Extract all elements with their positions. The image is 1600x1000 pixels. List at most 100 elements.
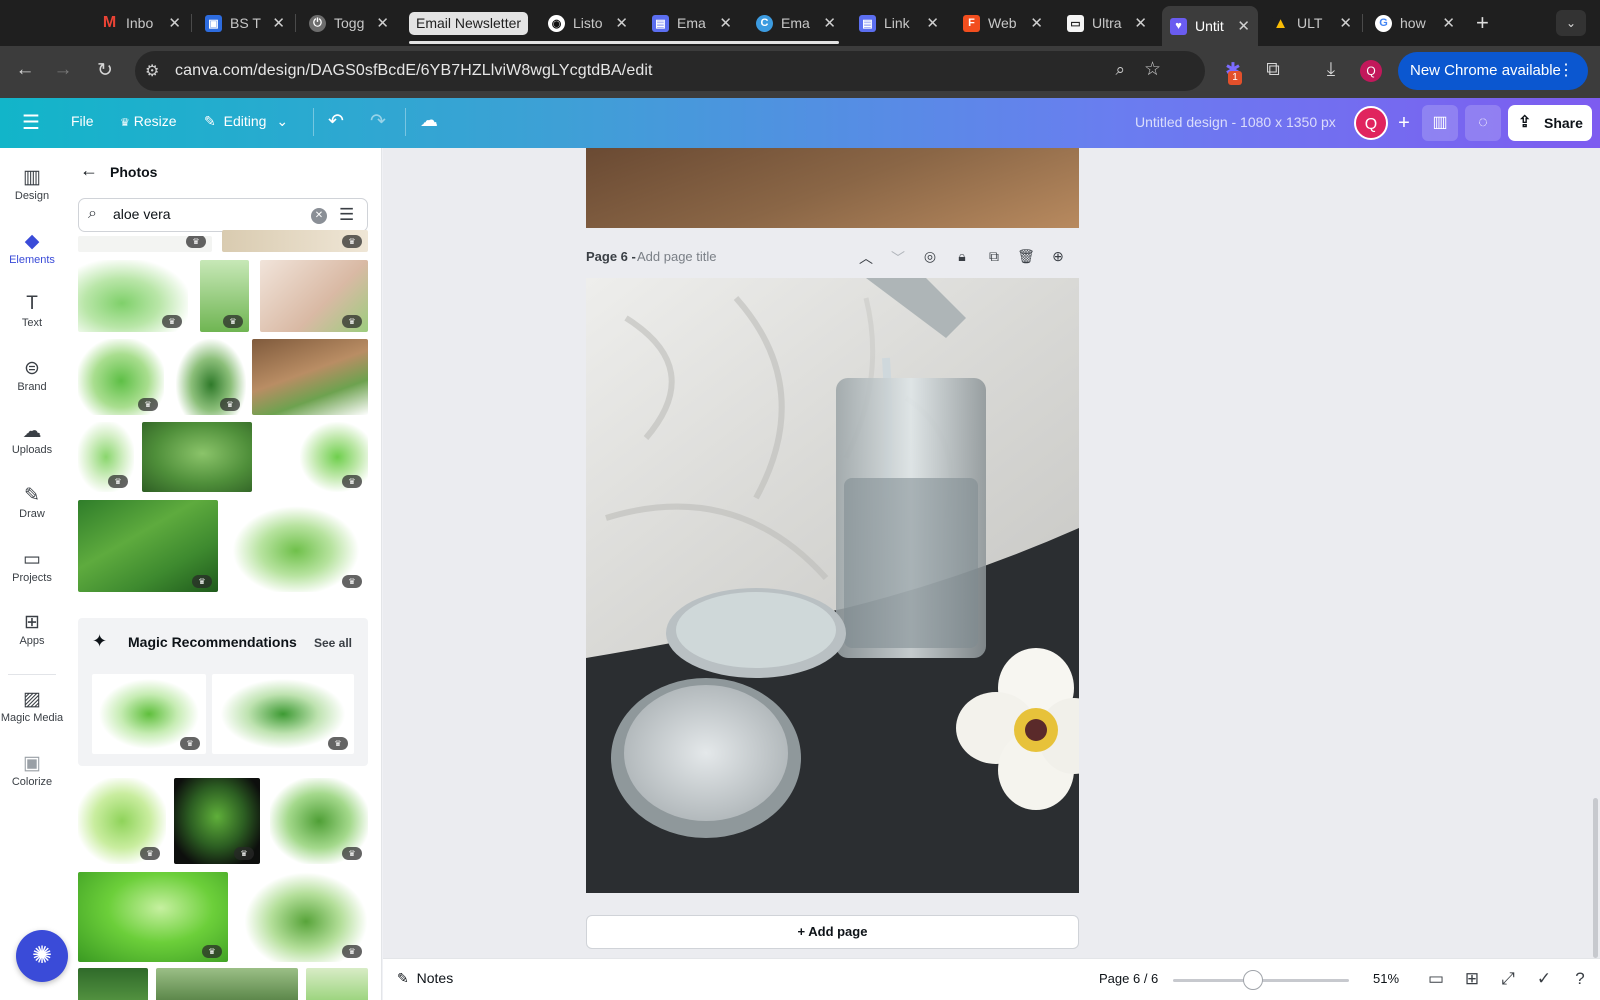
profile-avatar[interactable]: Q — [1360, 60, 1382, 82]
tab-untitled-active[interactable]: ♥ Untit ✕ — [1162, 6, 1258, 46]
duplicate-icon[interactable]: ⧉ — [984, 248, 1004, 265]
chrome-update-button[interactable]: New Chrome available ⋮ — [1398, 52, 1588, 90]
tab-inbox[interactable]: M Inbo ✕ — [101, 8, 181, 38]
grid-view-icon[interactable]: ⊞ — [1461, 969, 1483, 989]
photo-thumbnail[interactable]: ♛ — [200, 260, 249, 332]
close-icon[interactable]: ✕ — [376, 14, 389, 32]
tab-toggl[interactable]: ⏻ Togg ✕ — [309, 8, 389, 38]
photo-thumbnail[interactable]: ♛ — [176, 339, 246, 415]
tab-ultra[interactable]: ▭ Ultra ✕ — [1067, 8, 1147, 38]
redo-icon[interactable]: ↷ — [370, 110, 386, 133]
photo-thumbnail[interactable]: ♛ — [260, 260, 368, 332]
rail-item-projects[interactable]: ▭ Projects — [0, 548, 64, 584]
new-tab-button[interactable]: + — [1476, 10, 1489, 36]
tab-how[interactable]: G how ✕ — [1375, 8, 1455, 38]
previous-page-preview[interactable] — [586, 148, 1079, 228]
share-button[interactable]: ⇪ Share — [1508, 105, 1592, 141]
address-bar[interactable]: ⚙ canva.com/design/DAGS0sfBcdE/6YB7HZLlv… — [135, 51, 1205, 91]
cloud-save-icon[interactable]: ☁ — [420, 110, 438, 131]
photo-thumbnail[interactable]: ♛ — [222, 230, 368, 252]
magic-assistant-icon[interactable]: ✺ — [16, 930, 68, 982]
add-page-button[interactable]: + Add page — [586, 915, 1079, 949]
rail-item-magic-media[interactable]: ▨ Magic Media — [0, 688, 64, 724]
comments-icon[interactable]: ◌ — [1465, 105, 1501, 141]
undo-icon[interactable]: ↶ — [328, 110, 344, 133]
site-info-icon[interactable]: ⚙ — [145, 61, 159, 81]
photo-thumbnail[interactable]: ♛ — [78, 872, 228, 962]
clear-search-icon[interactable]: ✕ — [311, 208, 327, 224]
notes-button[interactable]: ✎ Notes — [397, 970, 453, 987]
filter-sliders-icon[interactable]: ☰ — [339, 205, 354, 225]
rail-item-brand[interactable]: ⊜ Brand — [0, 357, 64, 393]
tab-email-1[interactable]: ▤ Ema ✕ — [652, 8, 732, 38]
tab-search-button[interactable]: ⌄ — [1556, 10, 1586, 36]
tab-web[interactable]: F Web ✕ — [963, 8, 1043, 38]
close-icon[interactable]: ✕ — [168, 14, 181, 32]
photo-thumbnail[interactable]: ♛ — [78, 778, 166, 864]
page-title-input[interactable]: Add page title — [637, 249, 717, 264]
download-icon[interactable]: ⤓ — [1318, 59, 1344, 81]
photo-thumbnail[interactable]: ♛ — [300, 422, 368, 492]
tab-link[interactable]: ▤ Link ✕ — [859, 8, 939, 38]
tab-ult[interactable]: ▲ ULT ✕ — [1272, 8, 1352, 38]
see-all-link[interactable]: See all — [314, 636, 352, 650]
photo-thumbnail[interactable]: ♛ — [78, 339, 164, 415]
photo-thumbnail[interactable] — [252, 339, 368, 415]
tab-listo[interactable]: ◉ Listo ✕ — [548, 8, 628, 38]
design-title[interactable]: Untitled design - 1080 x 1350 px — [1135, 114, 1336, 130]
search-input[interactable] — [113, 206, 303, 222]
lock-icon[interactable]: 🔒︎ — [952, 248, 972, 265]
photo-thumbnail[interactable]: ♛ — [244, 872, 368, 962]
page-view-icon[interactable]: ▭ — [1425, 969, 1447, 989]
close-icon[interactable]: ✕ — [1339, 14, 1352, 32]
collaborator-avatar[interactable]: Q — [1354, 106, 1388, 140]
rail-item-apps[interactable]: ⊞ Apps — [0, 611, 64, 647]
close-icon[interactable]: ✕ — [926, 14, 939, 32]
canvas-scrollbar[interactable] — [1593, 798, 1598, 958]
photo-thumbnail[interactable]: ♛ — [224, 500, 368, 592]
insights-chart-icon[interactable]: ▥ — [1422, 105, 1458, 141]
url-text[interactable]: canva.com/design/DAGS0sfBcdE/6YB7HZLlviW… — [175, 62, 653, 80]
file-menu[interactable]: File — [71, 113, 94, 129]
rail-item-design[interactable]: ▥ Design — [0, 166, 64, 202]
photo-thumbnail[interactable]: ♛ — [78, 422, 134, 492]
add-collaborator-icon[interactable]: + — [1390, 109, 1418, 137]
rail-item-uploads[interactable]: ☁ Uploads — [0, 420, 64, 456]
photo-thumbnail[interactable] — [142, 422, 252, 492]
back-icon[interactable]: ← — [12, 59, 38, 81]
editing-mode-dropdown[interactable]: ✎ Editing ⌄ — [204, 113, 288, 130]
hide-page-icon[interactable]: ◎ — [920, 248, 940, 265]
add-page-icon[interactable]: ⊕ — [1048, 248, 1068, 265]
tab-bs[interactable]: ▣ BS T ✕ — [205, 8, 285, 38]
extensions-puzzle-icon[interactable]: ⧉ — [1260, 59, 1286, 81]
close-icon[interactable]: ✕ — [719, 14, 732, 32]
chevron-down-icon[interactable]: ﹀ — [888, 248, 908, 268]
zoom-slider-thumb[interactable] — [1243, 970, 1263, 990]
delete-icon[interactable]: 🗑︎ — [1016, 248, 1036, 265]
rail-item-colorize[interactable]: ▣ Colorize — [0, 752, 64, 788]
photo-thumbnail[interactable]: ♛ — [78, 236, 212, 252]
more-menu-icon[interactable]: ⋮ — [1558, 52, 1574, 90]
photo-thumbnail[interactable]: ♛ — [78, 260, 188, 332]
photo-thumbnail[interactable] — [306, 968, 368, 1000]
tab-email-2[interactable]: C Ema ✕ — [756, 8, 836, 38]
photo-thumbnail[interactable] — [156, 968, 298, 1000]
page-6-canvas[interactable] — [586, 278, 1079, 893]
zoom-icon[interactable]: ⌕ — [1115, 60, 1125, 80]
back-arrow-icon[interactable]: ← — [80, 160, 98, 181]
close-icon[interactable]: ✕ — [272, 14, 285, 32]
fullscreen-icon[interactable]: ⤢ — [1497, 969, 1519, 989]
close-icon[interactable]: ✕ — [615, 14, 628, 32]
rail-item-elements[interactable]: ◆ Elements — [0, 230, 64, 266]
close-icon[interactable]: ✕ — [1134, 14, 1147, 32]
resize-button[interactable]: ♛ Resize — [120, 113, 177, 129]
reload-icon[interactable]: ↻ — [92, 59, 118, 82]
photo-thumbnail[interactable]: ♛ — [270, 778, 368, 864]
photo-thumbnail[interactable]: ♛ — [92, 674, 206, 754]
rail-item-text[interactable]: T Text — [0, 293, 64, 329]
photo-thumbnail[interactable]: ♛ — [212, 674, 354, 754]
close-icon[interactable]: ✕ — [823, 14, 836, 32]
tab-group-email-newsletter[interactable]: Email Newsletter — [409, 12, 529, 35]
page-counter[interactable]: Page 6 / 6 — [1099, 971, 1158, 986]
close-icon[interactable]: ✕ — [1030, 14, 1043, 32]
